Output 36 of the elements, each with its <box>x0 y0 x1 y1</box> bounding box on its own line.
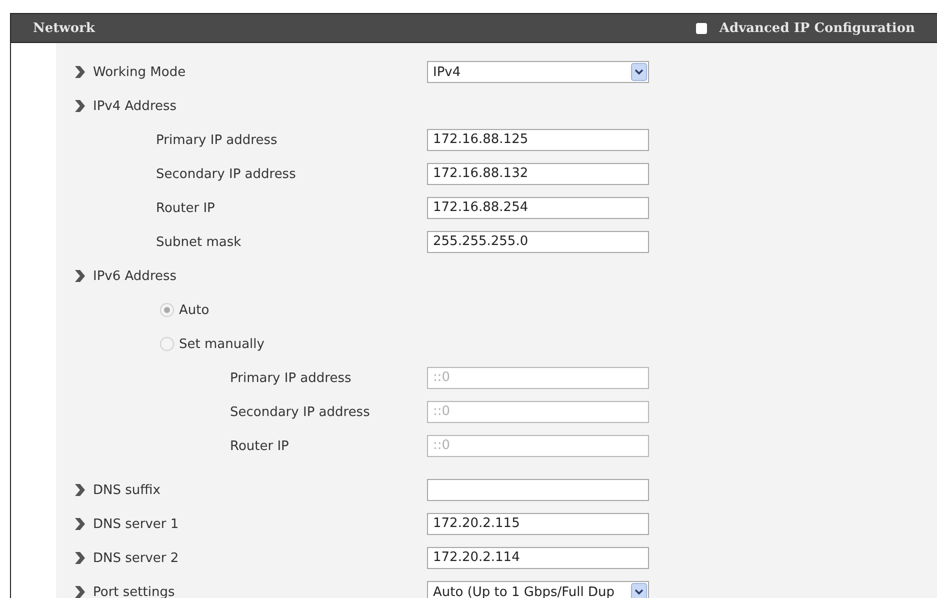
field-label: Port settings <box>93 584 175 598</box>
text-field[interactable]: 172.16.88.254 <box>427 197 649 219</box>
chevron-icon <box>74 517 86 531</box>
advanced-checkbox[interactable] <box>696 22 708 34</box>
field-label: DNS server 1 <box>93 516 179 532</box>
field-label: Secondary IP address <box>230 404 370 420</box>
field-label: Set manually <box>179 336 264 352</box>
text-field[interactable]: 172.20.2.114 <box>427 547 649 569</box>
field-label: Primary IP address <box>230 370 352 386</box>
dropdown[interactable]: IPv4 <box>427 61 649 83</box>
panel-title: Network <box>33 20 95 36</box>
text-field[interactable]: 172.16.88.132 <box>427 163 649 185</box>
chevron-icon <box>74 483 86 497</box>
field-label: Router IP <box>230 438 289 454</box>
field-label: Subnet mask <box>156 234 242 250</box>
chevron-icon <box>74 99 86 113</box>
field-label: IPv4 Address <box>93 98 177 114</box>
chevron-icon <box>74 269 86 283</box>
chevron-icon <box>74 551 86 565</box>
text-field[interactable]: 255.255.255.0 <box>427 231 649 253</box>
text-field[interactable]: 172.20.2.115 <box>427 513 649 535</box>
text-field[interactable]: 172.16.88.125 <box>427 129 649 151</box>
field-label: Router IP <box>156 200 215 216</box>
field-label: Auto <box>179 302 210 318</box>
advanced-label[interactable]: Advanced IP Configuration <box>719 20 915 36</box>
field-label: DNS suffix <box>93 482 160 498</box>
field-label: Working Mode <box>93 64 186 80</box>
field-label: IPv6 Address <box>93 268 177 284</box>
field-label: Primary IP address <box>156 132 278 148</box>
dropdown-arrow-icon[interactable] <box>631 583 647 598</box>
field-label: Secondary IP address <box>156 166 296 182</box>
chevron-icon <box>74 65 86 79</box>
dropdown[interactable]: Auto (Up to 1 Gbps/Full Dup <box>427 581 649 598</box>
field-label: DNS server 2 <box>93 550 179 566</box>
text-field[interactable] <box>427 479 649 501</box>
chevron-icon <box>74 585 86 598</box>
